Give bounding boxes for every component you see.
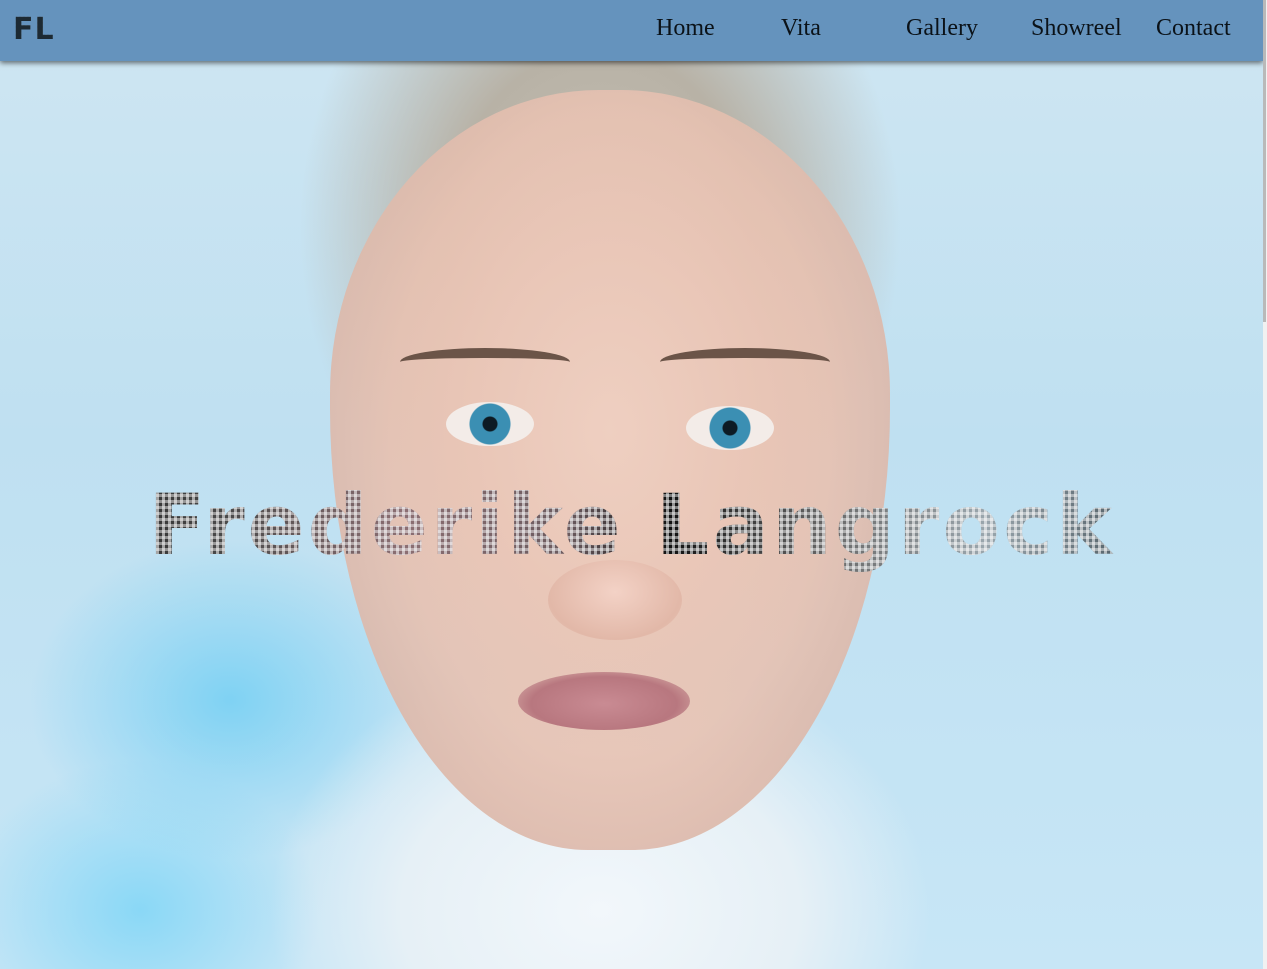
page-scrollbar[interactable]: [1263, 0, 1267, 969]
nav-item-gallery[interactable]: Gallery: [906, 12, 978, 44]
site-logo[interactable]: FL: [13, 10, 55, 50]
hero-portrait-face: [330, 90, 890, 850]
hero-portrait-right-brow: [660, 348, 830, 376]
nav-item-vita[interactable]: Vita: [781, 12, 821, 44]
nav-item-contact[interactable]: Contact: [1156, 12, 1231, 44]
top-navbar: FL Home Vita Gallery Showreel Contact: [0, 0, 1263, 61]
hero-portrait-lips: [518, 672, 690, 730]
hero-portrait-left-brow: [400, 348, 570, 376]
scrollbar-thumb[interactable]: [1263, 0, 1266, 322]
nav-item-showreel[interactable]: Showreel: [1031, 12, 1122, 44]
hero-portrait-right-eye: [686, 406, 774, 450]
page: FL Home Vita Gallery Showreel Contact Fr…: [0, 0, 1267, 969]
hero-portrait-left-eye: [446, 402, 534, 446]
hero-title: Frederike Langrock: [0, 475, 1263, 575]
nav-item-home[interactable]: Home: [656, 12, 715, 44]
